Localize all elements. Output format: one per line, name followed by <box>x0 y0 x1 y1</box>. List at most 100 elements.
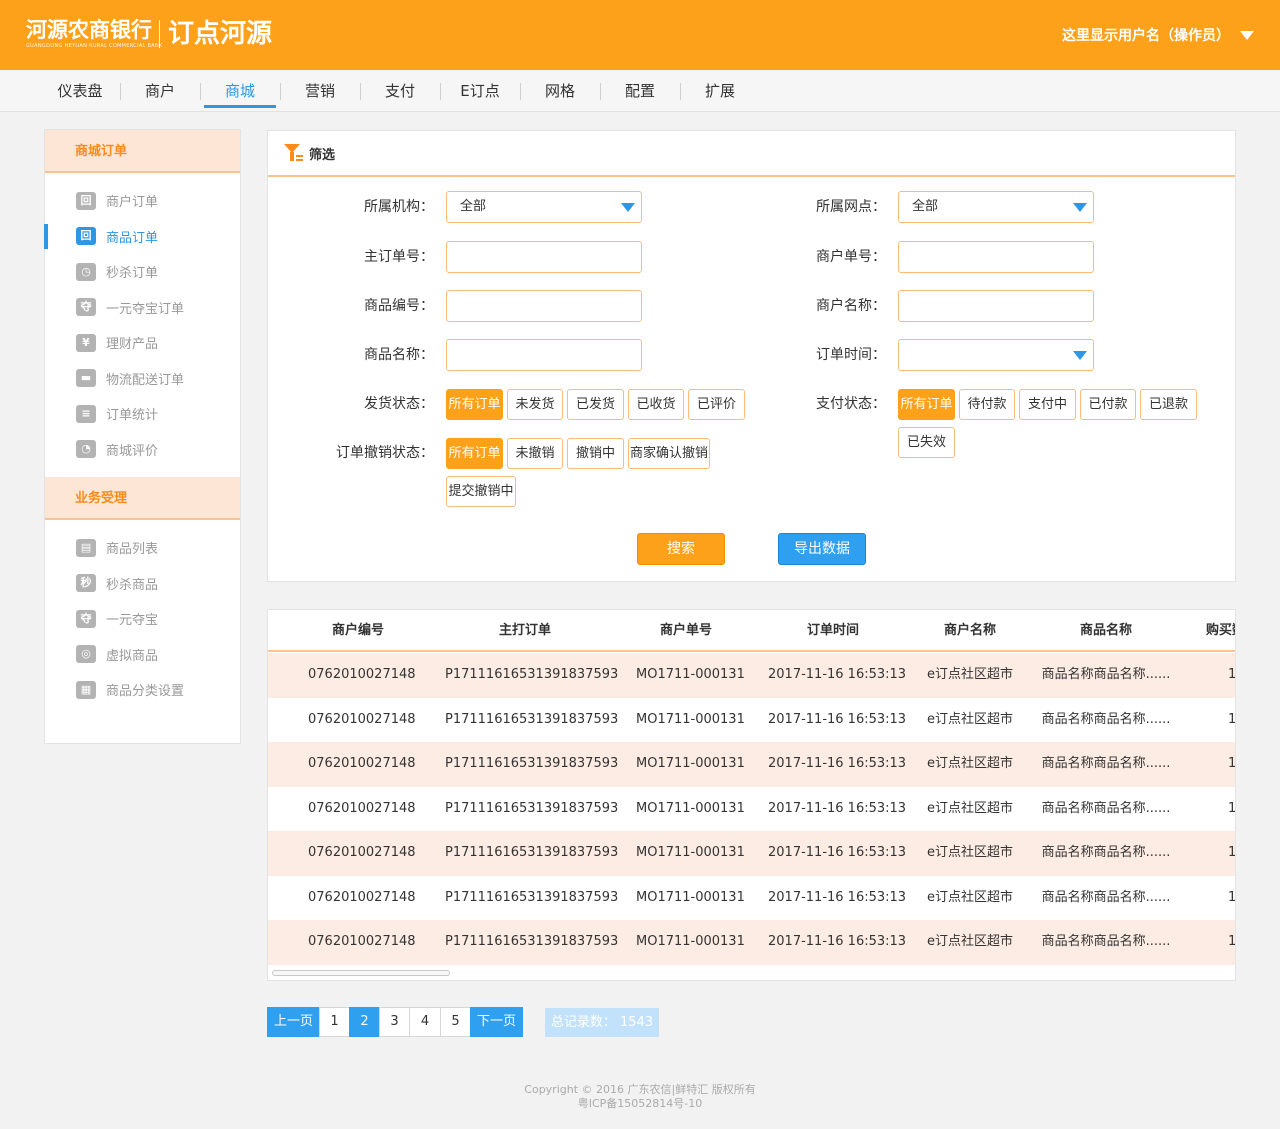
column-header: 主打订单 <box>498 623 551 638</box>
page-button[interactable]: 5 <box>440 1007 471 1037</box>
nav-eorder[interactable]: E订点 <box>440 70 520 112</box>
export-button[interactable]: 导出数据 <box>778 533 866 565</box>
sidebar-item-virtual-products[interactable]: ◎ 虚拟商品 <box>45 637 240 673</box>
sidebar-item-logistics-orders[interactable]: ▬ 物流配送订单 <box>45 361 240 397</box>
dropdown-arrow-icon <box>1073 203 1087 212</box>
sidebar-group-list: 回商户订单 回商品订单 ◷ 秒杀订单 夺一元夺宝订单 ¥ 理财产品 ▬ 物流配送订单 … <box>44 173 240 477</box>
dropdown-arrow-icon <box>1073 351 1087 360</box>
sidebar-item-label: 订单统计 <box>106 408 159 424</box>
product-code-input[interactable] <box>446 290 642 322</box>
page-button[interactable]: 4 <box>409 1007 441 1037</box>
sidebar-item-product-list[interactable]: ▤ 商品列表 <box>45 530 240 566</box>
sidebar-item-flash-products[interactable]: 秒秒杀商品 <box>45 566 240 602</box>
app-name: 订点河源 <box>168 19 273 49</box>
table-row[interactable]: 0762010027148 P17111616531391837593 MO1711… <box>268 787 1235 832</box>
order-icon: 回 <box>76 227 96 246</box>
pay-option-all[interactable]: 所有订单 <box>898 389 955 420</box>
user-menu[interactable]: 这里显示用户名（操作员） <box>1062 25 1254 45</box>
nav-marketing[interactable]: 营销 <box>280 70 360 112</box>
pay-option-paying[interactable]: 支付中 <box>1019 389 1076 420</box>
merchant-name-input[interactable] <box>898 290 1094 322</box>
column-header: 商品名称 <box>1079 623 1132 638</box>
pay-option-expired[interactable]: 已失效 <box>898 427 955 458</box>
table-row[interactable]: 0762010027148 P17111616531391837593 MO1711… <box>268 698 1235 743</box>
pay-option-pending[interactable]: 待付款 <box>959 389 1015 420</box>
ship-option-not-shipped[interactable]: 未发货 <box>507 389 563 420</box>
merchant-order-label: 商户单号： <box>816 249 886 265</box>
lottery-icon: 夺 <box>76 298 96 317</box>
table-cell: 1 <box>1228 889 1236 905</box>
table-cell: e订点社区超市 <box>927 667 1013 682</box>
footer: Copyright © 2016 广东农信|鲜特汇 版权所有 粤ICP备1505… <box>0 1083 1280 1111</box>
table-row[interactable]: 0762010027148 P17111616531391837593 MO1711… <box>268 876 1235 921</box>
pay-option-refunded[interactable]: 已退款 <box>1140 389 1197 420</box>
table-cell: MO1711-000131 <box>636 889 745 905</box>
nav-merchant[interactable]: 商户 <box>120 70 200 112</box>
branch-select[interactable]: 全部 <box>898 191 1094 223</box>
cancel-option-all[interactable]: 所有订单 <box>446 438 503 469</box>
sidebar-item-lottery[interactable]: 夺一元夺宝 <box>45 601 240 637</box>
filter-title: 筛选 <box>309 147 336 163</box>
nav-dashboard[interactable]: 仪表盘 <box>40 70 120 112</box>
table-cell: 1 <box>1228 800 1236 816</box>
page-button-current[interactable]: 2 <box>349 1007 380 1037</box>
horizontal-scrollbar[interactable] <box>272 970 450 976</box>
nav-config[interactable]: 配置 <box>600 70 680 112</box>
sidebar-item-product-orders[interactable]: 回商品订单 <box>44 219 240 255</box>
ship-option-all[interactable]: 所有订单 <box>446 389 503 420</box>
search-button[interactable]: 搜索 <box>637 533 725 565</box>
main-order-input[interactable] <box>446 241 642 273</box>
table-cell: 2017-11-16 16:53:13 <box>768 889 907 905</box>
truck-icon: ▬ <box>76 369 96 388</box>
sidebar-item-order-stats[interactable]: ≡ 订单统计 <box>45 396 240 432</box>
merchant-name-label: 商户名称： <box>816 298 886 314</box>
nav-mall[interactable]: 商城 <box>200 70 280 112</box>
sidebar-item-category-settings[interactable]: ▦ 商品分类设置 <box>45 672 240 708</box>
sidebar-item-flash-orders[interactable]: ◷ 秒杀订单 <box>45 254 240 290</box>
table-cell: MO1711-000131 <box>636 845 745 860</box>
table-row[interactable]: 0762010027148 P17111616531391837593 MO1711… <box>268 742 1235 787</box>
table-cell: 0762010027148 <box>308 845 416 860</box>
org-select[interactable]: 全部 <box>446 191 642 223</box>
table-row[interactable]: 0762010027148 P17111616531391837593 MO1711… <box>268 653 1235 698</box>
ship-option-shipped[interactable]: 已发货 <box>567 389 624 420</box>
ship-option-reviewed[interactable]: 已评价 <box>688 389 745 420</box>
table-cell: P17111616531391837593 <box>445 667 619 682</box>
sidebar-item-finance-products[interactable]: ¥ 理财产品 <box>45 325 240 361</box>
next-page-button[interactable]: 下一页 <box>470 1007 523 1037</box>
page-button[interactable]: 3 <box>379 1007 410 1037</box>
sidebar-item-label: 商品分类设置 <box>106 684 185 700</box>
table-cell: 商品名称商品名称...... <box>1041 756 1171 771</box>
nav-payment[interactable]: 支付 <box>360 70 440 112</box>
filter-icon <box>284 144 303 162</box>
table-row[interactable]: 0762010027148 P17111616531391837593 MO1711… <box>268 831 1235 876</box>
table-cell: 商品名称商品名称...... <box>1041 667 1171 682</box>
sidebar-item-label: 商城评价 <box>106 443 159 459</box>
table-cell: 商品名称商品名称...... <box>1041 889 1171 905</box>
branch-label: 所属网点： <box>816 199 886 215</box>
column-header: 订单时间 <box>806 623 859 638</box>
sidebar-item-lottery-orders[interactable]: 夺一元夺宝订单 <box>45 290 240 326</box>
table-cell: MO1711-000131 <box>636 800 745 816</box>
sidebar-item-mall-reviews[interactable]: ◔ 商城评价 <box>45 432 240 468</box>
lottery-icon: 夺 <box>76 609 96 628</box>
grid-icon: ▦ <box>76 680 96 699</box>
merchant-order-input[interactable] <box>898 241 1094 273</box>
sidebar-group-title: 商城订单 <box>45 130 240 173</box>
nav-grid[interactable]: 网格 <box>520 70 600 112</box>
cancel-option-not-cancelled[interactable]: 未撤销 <box>507 438 563 469</box>
sidebar-item-merchant-orders[interactable]: 回商户订单 <box>45 183 240 219</box>
order-time-select[interactable] <box>898 339 1094 371</box>
product-name-input[interactable] <box>446 339 642 371</box>
order-time-label: 订单时间： <box>816 347 886 363</box>
cancel-option-submitted[interactable]: 提交撤销中 <box>446 476 516 507</box>
cancel-option-merchant-confirm[interactable]: 商家确认撤销 <box>628 438 710 469</box>
ship-option-received[interactable]: 已收货 <box>628 389 684 420</box>
page-button[interactable]: 1 <box>319 1007 350 1037</box>
prev-page-button[interactable]: 上一页 <box>267 1007 320 1037</box>
nav-extend[interactable]: 扩展 <box>680 70 760 112</box>
table-row[interactable]: 0762010027148 P17111616531391837593 MO1711… <box>268 920 1235 965</box>
table-cell: P17111616531391837593 <box>445 800 619 816</box>
cancel-option-cancelling[interactable]: 撤销中 <box>567 438 624 469</box>
pay-option-paid[interactable]: 已付款 <box>1080 389 1136 420</box>
